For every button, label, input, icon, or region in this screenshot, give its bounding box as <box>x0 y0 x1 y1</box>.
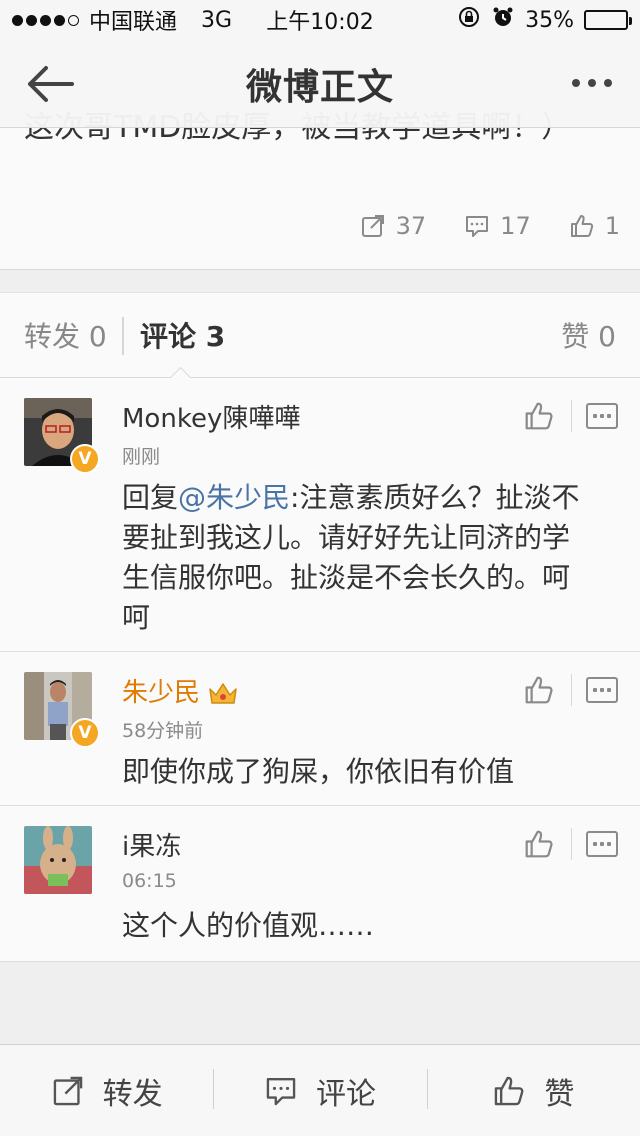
comment-text: 这个人的价值观…… <box>122 909 375 942</box>
status-left: 中国联通 3G <box>12 4 232 36</box>
author-name: 朱少民 <box>122 678 201 708</box>
like-count: 1 <box>604 212 620 240</box>
battery-percent: 35% <box>525 7 574 33</box>
comment-actions <box>523 400 618 432</box>
comment-author[interactable]: Monkey陳嘩嘩 <box>122 398 300 435</box>
like-label: 赞 <box>544 1076 575 1112</box>
action-divider <box>571 828 572 860</box>
repost-icon <box>53 1076 82 1105</box>
back-arrow-icon[interactable] <box>22 60 78 108</box>
comment-like-icon[interactable] <box>523 828 555 860</box>
thumbs-up-icon <box>570 215 593 237</box>
tab-reposts[interactable]: 转发 0 <box>24 315 107 355</box>
comment-text: 回复@朱少民:注意素质好么？扯淡不要扯到我这儿。请好好先让同济的学生信服你吧。扯… <box>122 478 582 638</box>
comment-like-icon[interactable] <box>523 674 555 706</box>
list-item: V Monkey陳嘩嘩 刚刚 回复@朱少民:注意素质好么？扯淡不要扯到我这儿。请… <box>0 378 640 652</box>
comment-text: 即使你成了狗屎，你依旧有价值 <box>122 755 515 788</box>
verified-badge-icon: V <box>70 444 100 474</box>
carrier-name: 中国联通 <box>89 10 178 35</box>
mention-link[interactable]: @朱少民 <box>178 481 290 514</box>
comment-tabs: 转发 0 评论 3 赞 0 <box>0 292 640 378</box>
post-actions: 37 17 1 <box>360 212 620 240</box>
comment-like-icon[interactable] <box>523 400 555 432</box>
comment-more-icon[interactable] <box>586 403 618 429</box>
comment-time: 刚刚 <box>122 446 161 468</box>
comment-count: 17 <box>500 212 531 240</box>
post-repost-button[interactable]: 37 <box>360 212 427 240</box>
comment-button[interactable]: 评论 <box>213 1045 426 1136</box>
signal-strength-icon <box>12 14 79 26</box>
network-type: 3G <box>201 7 233 33</box>
comment-icon <box>466 216 489 237</box>
alarm-icon <box>491 5 515 35</box>
action-divider <box>571 674 572 706</box>
nav-bar: 微博正文 <box>0 40 640 128</box>
comment-more-icon[interactable] <box>586 831 618 857</box>
tab-likes[interactable]: 赞 0 <box>561 315 616 355</box>
reply-prefix: 回复 <box>122 481 179 514</box>
active-tab-pointer <box>170 366 192 378</box>
comment-icon <box>266 1077 296 1105</box>
more-options-icon[interactable] <box>566 68 618 98</box>
verified-badge-icon: V <box>70 718 100 748</box>
vip-crown-icon <box>209 682 237 704</box>
tab-comments[interactable]: 评论 3 <box>140 315 225 355</box>
like-button[interactable]: 赞 <box>426 1045 640 1136</box>
avatar[interactable] <box>24 826 92 894</box>
comment-time: 06:15 <box>122 870 177 892</box>
battery-icon <box>584 10 632 30</box>
repost-count: 37 <box>395 212 427 240</box>
comment-time: 58分钟前 <box>122 720 204 742</box>
comment-actions <box>523 828 618 860</box>
status-right: 35% <box>457 5 632 35</box>
comment-author[interactable]: i果冻 <box>122 826 181 863</box>
comment-actions <box>523 674 618 706</box>
repost-button[interactable]: 转发 <box>0 1045 213 1136</box>
comment-label: 评论 <box>315 1076 376 1112</box>
list-item: V 朱少民 58分钟前 即使你成了狗屎，你依旧有价值 <box>0 652 640 806</box>
page-title: 微博正文 <box>245 66 394 108</box>
comment-list: V Monkey陳嘩嘩 刚刚 回复@朱少民:注意素质好么？扯淡不要扯到我这儿。请… <box>0 378 640 962</box>
tab-divider <box>122 317 124 355</box>
thumbs-up-icon <box>495 1076 524 1105</box>
list-item: i果冻 06:15 这个人的价值观…… <box>0 806 640 962</box>
comment-more-icon[interactable] <box>586 677 618 703</box>
rotation-lock-icon <box>457 5 481 35</box>
repost-icon <box>361 215 384 237</box>
bottom-toolbar: 转发 评论 赞 <box>0 1044 640 1136</box>
status-bar: 中国联通 3G 上午10:02 35% <box>0 0 640 40</box>
repost-label: 转发 <box>102 1076 163 1112</box>
post-comment-button[interactable]: 17 <box>464 212 531 240</box>
post-like-button[interactable]: 1 <box>569 212 620 240</box>
action-divider <box>571 400 572 432</box>
comment-author[interactable]: 朱少民 <box>122 672 238 709</box>
